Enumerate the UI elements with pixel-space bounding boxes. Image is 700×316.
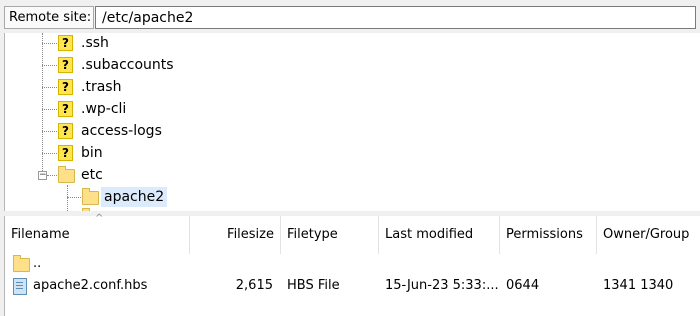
document-file-icon [13,278,27,295]
file-owner-group: 1341 1340 [603,278,674,293]
tree-item-label: access-logs [81,123,162,139]
unknown-folder-icon: ? [58,79,73,95]
collapse-toggle-icon[interactable]: − [38,171,47,180]
unknown-folder-icon: ? [58,35,73,51]
tree-connector [42,33,43,179]
column-header-filetype[interactable]: Filetype [281,216,379,254]
sort-ascending-icon: ^ [95,213,104,224]
column-header-label: Last modified [385,227,474,242]
column-header-label: Filesize [227,227,274,242]
tree-connector [67,185,68,211]
file-size: 2,615 [235,278,273,293]
file-permissions: 0644 [506,278,540,293]
column-header-owner-group[interactable]: Owner/Group [597,216,700,254]
column-header-label: Permissions [506,227,583,242]
tree-item-label: .wp-cli [81,101,127,117]
folder-icon [13,255,30,272]
remote-directory-tree[interactable]: ? .ssh ? .subaccounts ? .trash ? .wp-cli… [4,33,700,211]
file-name: .. [33,256,42,271]
file-type: HBS File [287,278,340,293]
unknown-folder-icon: ? [58,57,73,73]
file-row-parent[interactable]: .. [5,253,700,275]
tree-connector [67,197,81,198]
folder-open-icon [58,166,75,183]
tree-connector [42,43,57,44]
tree-item-label: bin [81,145,103,161]
column-header-permissions[interactable]: Permissions [500,216,597,254]
remote-site-label: Remote site: [4,6,94,29]
column-header-label: Filename [11,227,70,242]
tree-connector [47,175,57,176]
file-list-header: ^ Filename Filesize Filetype Last modifi… [5,213,700,254]
file-name: apache2.conf.hbs [33,278,148,293]
unknown-folder-icon: ? [58,145,73,161]
tree-item-label: .trash [81,79,122,95]
tree-connector [42,131,57,132]
column-header-filename[interactable]: ^ Filename [5,213,190,254]
tree-connector [42,153,57,154]
tree-connector [42,109,57,110]
unknown-folder-icon: ? [58,123,73,139]
folder-icon [82,188,99,205]
tree-connector [42,87,57,88]
remote-path-input[interactable] [95,6,696,29]
tree-item-label: .ssh [81,35,109,51]
column-header-filesize[interactable]: Filesize [190,216,281,254]
column-header-last-modified[interactable]: Last modified [379,216,500,254]
column-header-label: Filetype [287,227,338,242]
file-row[interactable]: apache2.conf.hbs 2,615 HBS File 15-Jun-2… [5,275,700,297]
remote-file-list[interactable]: ^ Filename Filesize Filetype Last modifi… [4,213,700,316]
file-last-modified: 15-Jun-23 5:33:... [385,278,498,293]
column-header-label: Owner/Group [603,227,690,242]
tree-item-label: .subaccounts [81,57,174,73]
tree-item-label: apache2 [101,187,168,207]
remote-site-bar: Remote site: [0,0,700,33]
tree-item-label: etc [81,167,103,183]
unknown-folder-icon: ? [58,101,73,117]
tree-connector [42,65,57,66]
